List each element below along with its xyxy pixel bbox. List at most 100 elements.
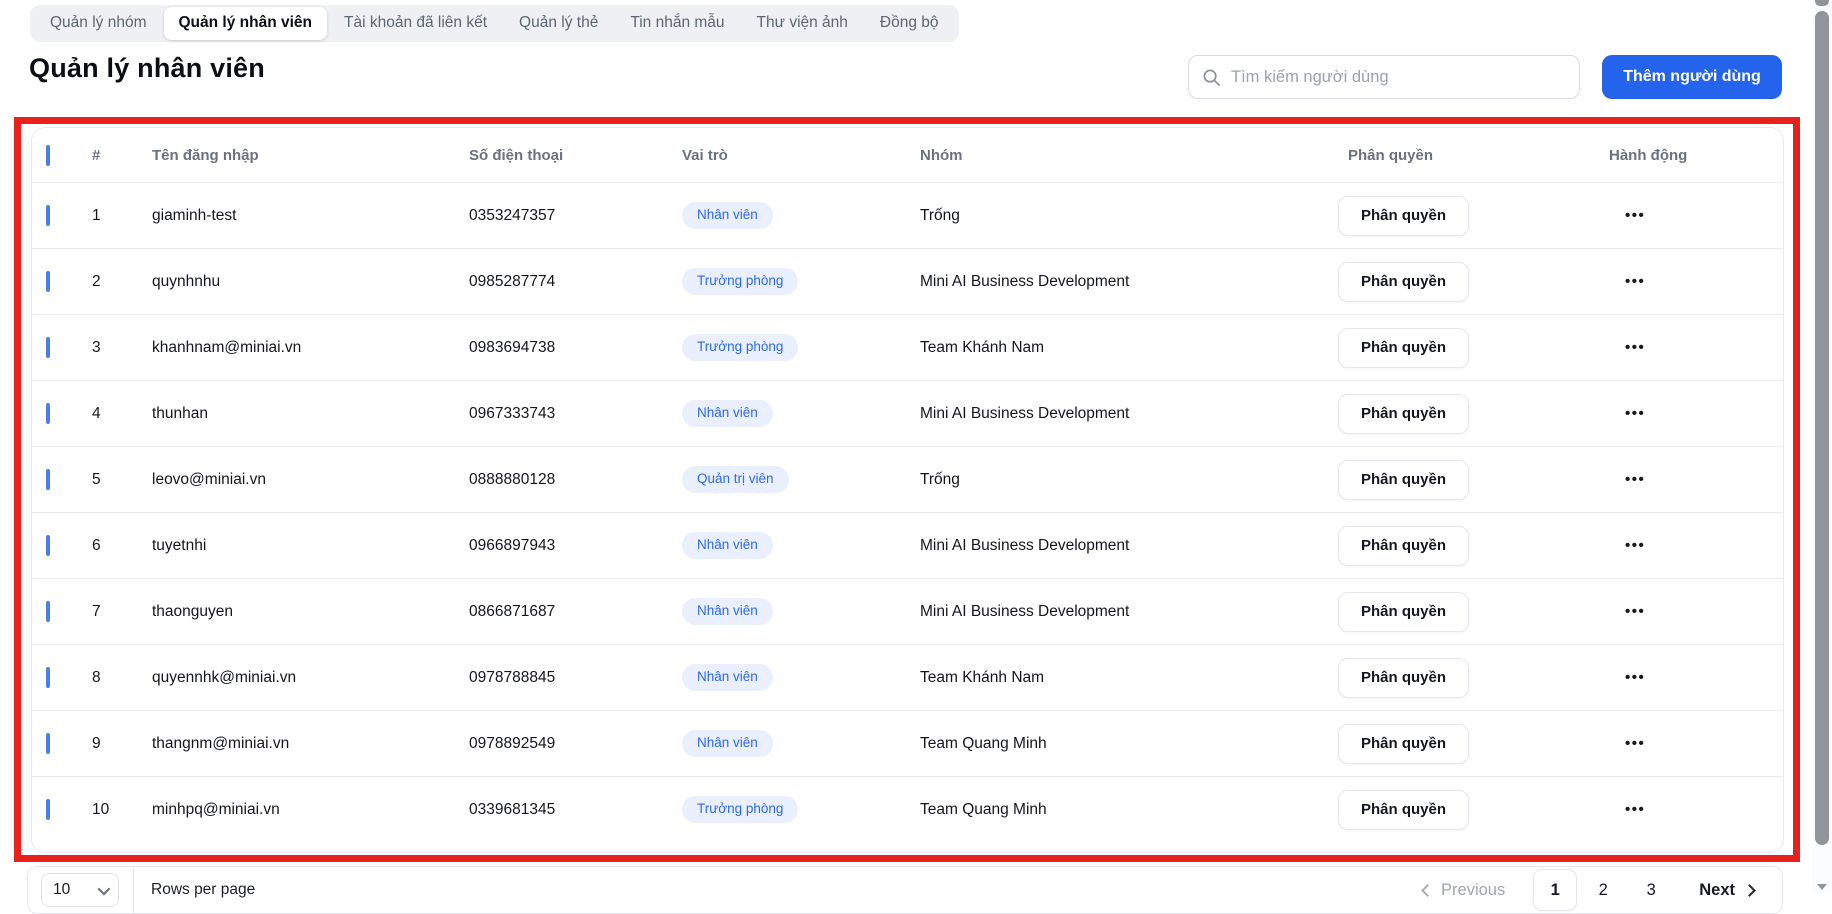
divider: [133, 867, 134, 913]
scrollbar-up-arrow[interactable]: [1815, 0, 1829, 6]
row-checkbox[interactable]: [46, 337, 50, 358]
permission-button[interactable]: Phân quyền: [1338, 262, 1469, 302]
permission-button[interactable]: Phân quyền: [1338, 394, 1469, 434]
row-actions-button[interactable]: •••: [1609, 273, 1679, 290]
col-role: Vai trò: [682, 147, 920, 164]
row-checkbox[interactable]: [46, 667, 50, 688]
phone-cell: 0985287774: [469, 273, 682, 291]
previous-button[interactable]: Previous: [1423, 881, 1505, 900]
tab-item[interactable]: Đồng bộ: [865, 7, 954, 40]
pagination-bar: 10 Rows per page Previous 1 2 3 Next: [27, 866, 1783, 914]
row-index: 3: [92, 339, 152, 357]
row-checkbox[interactable]: [46, 601, 50, 622]
username-cell: quyennhk@miniai.vn: [152, 669, 469, 687]
row-actions-button[interactable]: •••: [1609, 603, 1679, 620]
col-username: Tên đăng nhập: [152, 147, 469, 164]
permission-button[interactable]: Phân quyền: [1338, 658, 1469, 698]
rows-per-page-value: 10: [53, 881, 70, 899]
row-actions-button[interactable]: •••: [1609, 735, 1679, 752]
permission-button[interactable]: Phân quyền: [1338, 460, 1469, 500]
search-input[interactable]: [1231, 68, 1566, 87]
next-button[interactable]: Next: [1699, 881, 1754, 900]
scrollbar-thumb[interactable]: [1815, 11, 1829, 845]
tab-item[interactable]: Quản lý nhân viên: [164, 7, 328, 40]
row-actions-button[interactable]: •••: [1609, 207, 1679, 224]
row-actions-button[interactable]: •••: [1609, 339, 1679, 356]
role-badge: Nhân viên: [682, 730, 773, 757]
table-row: 2 quynhnhu 0985287774 Trưởng phòng Mini …: [32, 248, 1783, 314]
username-cell: thunhan: [152, 405, 469, 423]
tab-item[interactable]: Quản lý thẻ: [504, 7, 613, 40]
row-checkbox[interactable]: [46, 469, 50, 490]
page: Quản lý nhóm Quản lý nhân viên Tài khoản…: [0, 0, 1832, 893]
table-row: 3 khanhnam@miniai.vn 0983694738 Trưởng p…: [32, 314, 1783, 380]
permission-button[interactable]: Phân quyền: [1338, 196, 1469, 236]
row-checkbox[interactable]: [46, 271, 50, 292]
tab-item[interactable]: Quản lý nhóm: [35, 7, 162, 40]
group-cell: Mini AI Business Development: [920, 603, 1348, 621]
phone-cell: 0966897943: [469, 537, 682, 555]
row-actions-button[interactable]: •••: [1609, 669, 1679, 686]
row-actions-button[interactable]: •••: [1609, 405, 1679, 422]
permission-button[interactable]: Phân quyền: [1338, 724, 1469, 764]
row-checkbox[interactable]: [46, 535, 50, 556]
username-cell: minhpq@miniai.vn: [152, 801, 469, 819]
permission-button[interactable]: Phân quyền: [1338, 526, 1469, 566]
group-cell: Team Khánh Nam: [920, 339, 1348, 357]
phone-cell: 0888880128: [469, 471, 682, 489]
table-row: 4 thunhan 0967333743 Nhân viên Mini AI B…: [32, 380, 1783, 446]
select-all-checkbox[interactable]: [46, 145, 50, 166]
page-button[interactable]: 1: [1533, 869, 1577, 911]
row-actions-button[interactable]: •••: [1609, 801, 1679, 818]
table-row: 7 thaonguyen 0866871687 Nhân viên Mini A…: [32, 578, 1783, 644]
scrollbar-down-arrow[interactable]: [1817, 884, 1827, 890]
row-index: 9: [92, 735, 152, 753]
role-badge: Nhân viên: [682, 202, 773, 229]
tab-item[interactable]: Tin nhắn mẫu: [615, 7, 739, 40]
row-checkbox[interactable]: [46, 403, 50, 424]
role-badge: Trưởng phòng: [682, 796, 798, 823]
add-user-button[interactable]: Thêm người dùng: [1602, 55, 1782, 99]
scrollbar-track[interactable]: [1812, 0, 1832, 893]
row-index: 4: [92, 405, 152, 423]
page-button[interactable]: 2: [1581, 869, 1625, 911]
phone-cell: 0983694738: [469, 339, 682, 357]
col-action: Hành động: [1609, 147, 1783, 164]
search-box[interactable]: [1188, 55, 1580, 99]
row-checkbox[interactable]: [46, 205, 50, 226]
row-actions-button[interactable]: •••: [1609, 471, 1679, 488]
chevron-left-icon: [1421, 884, 1434, 897]
permission-button[interactable]: Phân quyền: [1338, 592, 1469, 632]
table-row: 9 thangnm@miniai.vn 0978892549 Nhân viên…: [32, 710, 1783, 776]
col-group: Nhóm: [920, 147, 1348, 164]
row-index: 10: [92, 801, 152, 819]
row-index: 2: [92, 273, 152, 291]
role-badge: Trưởng phòng: [682, 268, 798, 295]
row-checkbox[interactable]: [46, 799, 50, 820]
group-cell: Trống: [920, 207, 1348, 225]
row-index: 1: [92, 207, 152, 225]
row-actions-button[interactable]: •••: [1609, 537, 1679, 554]
phone-cell: 0866871687: [469, 603, 682, 621]
tab-item[interactable]: Tài khoản đã liên kết: [329, 7, 502, 40]
permission-button[interactable]: Phân quyền: [1338, 790, 1469, 830]
col-phone: Số điện thoại: [469, 147, 682, 164]
col-index: #: [92, 147, 152, 164]
username-cell: thangnm@miniai.vn: [152, 735, 469, 753]
username-cell: leovo@miniai.vn: [152, 471, 469, 489]
table-row: 6 tuyetnhi 0966897943 Nhân viên Mini AI …: [32, 512, 1783, 578]
rows-per-page-select[interactable]: 10: [41, 873, 119, 907]
row-index: 8: [92, 669, 152, 687]
role-badge: Quản trị viên: [682, 466, 789, 493]
page-numbers: 1 2 3: [1531, 869, 1675, 911]
row-index: 6: [92, 537, 152, 555]
permission-button[interactable]: Phân quyền: [1338, 328, 1469, 368]
page-button[interactable]: 3: [1629, 869, 1673, 911]
tab-item[interactable]: Thư viện ảnh: [742, 7, 863, 40]
col-permission: Phân quyền: [1348, 147, 1609, 164]
row-checkbox[interactable]: [46, 733, 50, 754]
role-badge: Trưởng phòng: [682, 334, 798, 361]
role-badge: Nhân viên: [682, 400, 773, 427]
page-title: Quản lý nhân viên: [29, 53, 265, 84]
table-row: 1 giaminh-test 0353247357 Nhân viên Trốn…: [32, 182, 1783, 248]
